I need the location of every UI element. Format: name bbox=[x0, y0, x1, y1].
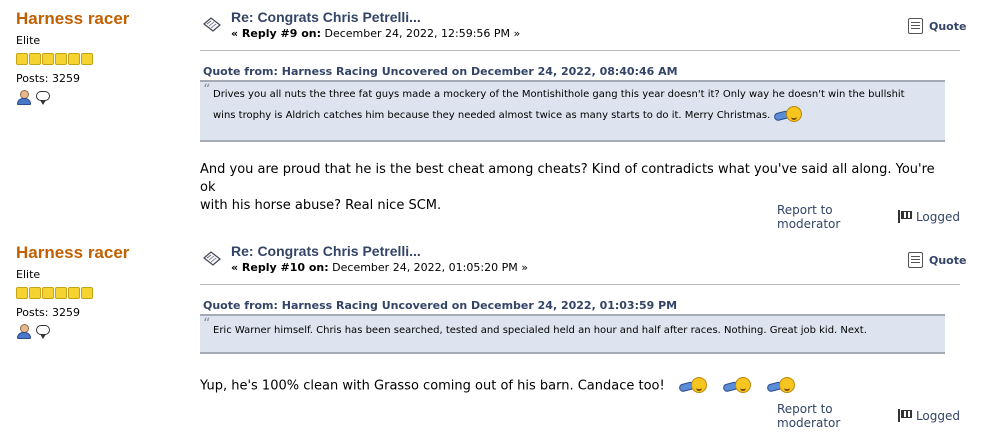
message-icon bbox=[203, 17, 221, 32]
quote-icon bbox=[908, 18, 923, 34]
star-icon bbox=[29, 287, 41, 299]
member-rank: Elite bbox=[16, 268, 41, 281]
logged-indicator: Logged bbox=[897, 210, 960, 224]
member-rank: Elite bbox=[16, 34, 41, 47]
personal-message-icon[interactable] bbox=[36, 324, 51, 339]
report-to-moderator-link[interactable]: Report to moderator bbox=[777, 203, 887, 231]
profile-icon[interactable] bbox=[16, 323, 32, 339]
star-icon bbox=[16, 287, 28, 299]
thumbs-up-smiley-icon bbox=[678, 377, 707, 395]
logged-label: Logged bbox=[915, 409, 960, 423]
star-icon bbox=[55, 53, 67, 65]
star-icon bbox=[81, 287, 93, 299]
ip-logged-icon bbox=[897, 210, 913, 224]
quote-button[interactable]: Quote bbox=[908, 18, 966, 34]
thumbs-up-smiley-icon bbox=[772, 106, 802, 124]
rank-stars bbox=[16, 287, 186, 300]
star-icon bbox=[16, 53, 28, 65]
star-icon bbox=[29, 53, 41, 65]
thumbs-up-smiley-icon bbox=[766, 377, 796, 395]
quote-header-link[interactable]: Quote from: Harness Racing Uncovered on … bbox=[203, 299, 677, 312]
post-date: December 24, 2022, 01:05:20 PM » bbox=[332, 261, 528, 274]
post-header: Re: Congrats Chris Petrelli... « Reply #… bbox=[200, 8, 966, 48]
star-icon bbox=[42, 53, 54, 65]
poster-actions bbox=[16, 89, 186, 105]
quote-text: Eric Warner himself. Chris has been sear… bbox=[213, 325, 867, 336]
star-icon bbox=[42, 287, 54, 299]
star-icon bbox=[55, 287, 67, 299]
quote-button-label: Quote bbox=[929, 19, 967, 33]
thumbs-up-smiley-icon bbox=[722, 377, 751, 395]
poster-info: Harness racer Elite Posts: 3259 bbox=[16, 242, 186, 339]
post-footer: Report to moderator Logged bbox=[777, 402, 960, 430]
star-icon bbox=[68, 53, 80, 65]
poster-info: Harness racer Elite Posts: 3259 bbox=[16, 8, 186, 105]
post-date: December 24, 2022, 12:59:56 PM » bbox=[324, 27, 521, 40]
message-icon bbox=[203, 251, 221, 266]
star-icon bbox=[81, 53, 93, 65]
divider bbox=[200, 284, 960, 285]
post-footer: Report to moderator Logged bbox=[777, 203, 960, 231]
poster-name-link[interactable]: Harness racer bbox=[16, 243, 186, 263]
personal-message-icon[interactable] bbox=[36, 90, 51, 105]
post-meta: « Reply #9 on: December 24, 2022, 12:59:… bbox=[231, 27, 520, 40]
rank-stars bbox=[16, 53, 186, 66]
logged-label: Logged bbox=[915, 210, 960, 224]
post-count: Posts: 3259 bbox=[16, 72, 80, 85]
reply-number: « Reply #9 on: bbox=[231, 27, 321, 40]
report-to-moderator-link[interactable]: Report to moderator bbox=[777, 402, 887, 430]
logged-indicator: Logged bbox=[897, 409, 960, 423]
post-header: Re: Congrats Chris Petrelli... « Reply #… bbox=[200, 242, 966, 282]
quote-text: wins trophy is Aldrich catches him becau… bbox=[213, 105, 935, 126]
quote-mark-icon: “ bbox=[203, 316, 211, 332]
poster-actions bbox=[16, 323, 186, 339]
quote-header-link[interactable]: Quote from: Harness Racing Uncovered on … bbox=[203, 65, 678, 78]
post-content: Re: Congrats Chris Petrelli... « Reply #… bbox=[200, 8, 966, 231]
quote-button-label: Quote bbox=[929, 253, 967, 267]
poster-name-link[interactable]: Harness racer bbox=[16, 9, 186, 29]
divider bbox=[200, 50, 960, 51]
quote-button[interactable]: Quote bbox=[908, 252, 966, 268]
post-meta: « Reply #10 on: December 24, 2022, 01:05… bbox=[231, 261, 528, 274]
quote-text: Drives you all nuts the three fat guys m… bbox=[213, 89, 905, 100]
post-body: Yup, he's 100% clean with Grasso coming … bbox=[200, 377, 945, 396]
quote-block: “ Drives you all nuts the three fat guys… bbox=[200, 80, 945, 142]
quote-block: “ Eric Warner himself. Chris has been se… bbox=[200, 314, 945, 354]
post-count: Posts: 3259 bbox=[16, 306, 80, 319]
reply-number: « Reply #10 on: bbox=[231, 261, 329, 274]
profile-icon[interactable] bbox=[16, 89, 32, 105]
quote-mark-icon: “ bbox=[203, 82, 211, 98]
post-subject-link[interactable]: Re: Congrats Chris Petrelli... bbox=[231, 243, 421, 259]
post-subject-link[interactable]: Re: Congrats Chris Petrelli... bbox=[231, 9, 421, 25]
quote-icon bbox=[908, 252, 923, 268]
star-icon bbox=[68, 287, 80, 299]
post-content: Re: Congrats Chris Petrelli... « Reply #… bbox=[200, 242, 966, 430]
ip-logged-icon bbox=[897, 409, 913, 423]
